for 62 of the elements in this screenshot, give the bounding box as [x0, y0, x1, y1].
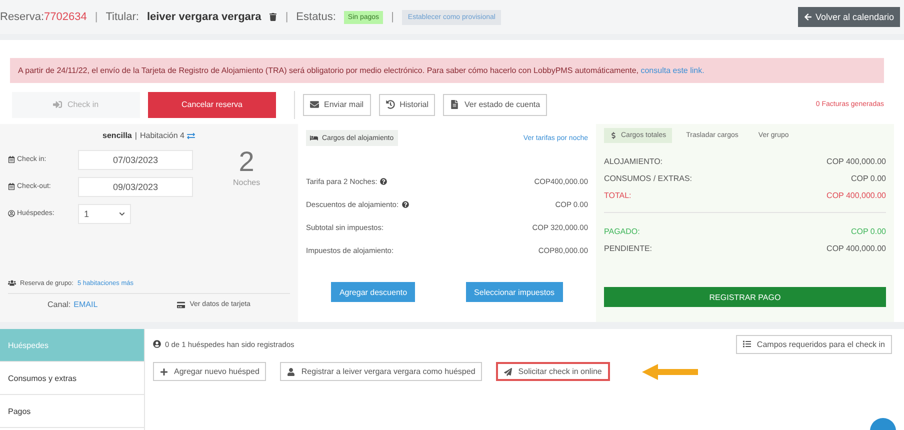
status-label: Estatus:	[296, 11, 336, 23]
mail-icon	[310, 100, 319, 109]
separator: |	[134, 131, 137, 140]
channel-label: Canal:	[48, 300, 71, 309]
channel-value: EMAIL	[74, 300, 98, 309]
action-button[interactable]: Enviar mail	[303, 94, 371, 116]
action-button[interactable]: Ver estado de cuenta	[443, 94, 548, 116]
separator: |	[285, 11, 288, 23]
reservation-number: 7702634	[44, 11, 87, 23]
user-icon	[153, 340, 161, 348]
total-value: COP 0.00	[851, 174, 886, 183]
nights-count: 2	[238, 146, 254, 178]
dollar-icon	[610, 132, 617, 139]
help-icon[interactable]	[380, 178, 388, 185]
separator: |	[391, 11, 394, 23]
paper-plane-icon	[504, 368, 512, 376]
document-icon	[450, 100, 460, 109]
card-icon	[176, 300, 185, 308]
trash-icon[interactable]	[269, 13, 278, 21]
swap-icon[interactable]	[187, 132, 196, 140]
calendar-icon	[8, 183, 15, 190]
help-icon[interactable]	[402, 201, 409, 208]
calendar-icon	[8, 156, 15, 163]
plus-icon	[160, 368, 168, 376]
nights-label: Noches	[233, 178, 260, 187]
reservation-label: Reserva:7702634	[0, 11, 87, 23]
list-icon	[742, 340, 751, 348]
arrow-left-icon	[804, 13, 812, 21]
room-name: Habitación 4	[140, 131, 184, 140]
back-button[interactable]: Volver al calendario	[798, 7, 900, 27]
total-value: COP 0.00	[851, 227, 886, 236]
total-label: ALOJAMIENTO:	[604, 157, 663, 166]
arrow-icon	[640, 362, 700, 380]
guest-action-button[interactable]: Agregar nuevo huésped	[153, 362, 266, 381]
holder-label: Titular:	[106, 11, 139, 23]
total-value: COP 400,000.00	[826, 157, 886, 166]
date-field[interactable]: 09/03/2023	[78, 176, 193, 196]
alert-message: A partir de 24/11/22, el envío de la Tarjeta de Registro de Alojamiento (TRA) será obligatorio por medio electrónico. Para saber cómo hacerlo con LobbyPMS automáticamente, consulta este link.	[10, 58, 884, 83]
required-fields-button[interactable]: Campos requeridos para el check in	[736, 334, 892, 354]
bed-icon	[310, 134, 318, 142]
total-label: TOTAL:	[604, 191, 632, 200]
total-label: PENDIENTE:	[604, 244, 652, 253]
date-field[interactable]: 07/03/2023	[78, 150, 193, 170]
total-label: PAGADO:	[604, 227, 640, 236]
total-value: COP 400,000.00	[826, 244, 886, 253]
user-icon	[287, 368, 296, 376]
action-button[interactable]: Historial	[378, 94, 436, 116]
separator: |	[94, 11, 98, 23]
register-payment-button[interactable]: REGISTRAR PAGO	[604, 287, 886, 307]
guest-action-button[interactable]: Solicitar check in online	[496, 362, 610, 381]
total-label: CONSUMOS / EXTRAS:	[604, 174, 692, 183]
holder-name: leiver vergara vergara	[146, 11, 262, 23]
group-icon	[8, 279, 16, 287]
chevron-down-icon	[119, 210, 125, 216]
guests-select[interactable]: 1	[78, 204, 131, 224]
history-icon	[386, 100, 395, 109]
user-icon	[8, 210, 15, 217]
sign-in-icon	[53, 100, 62, 109]
room-type: sencilla	[102, 131, 132, 140]
action-button[interactable]: Cancelar reserva	[148, 92, 276, 118]
guest-action-button[interactable]: Registrar a leiver vergara vergara como huésped	[280, 362, 482, 381]
total-value: COP 400,000.00	[826, 191, 886, 200]
